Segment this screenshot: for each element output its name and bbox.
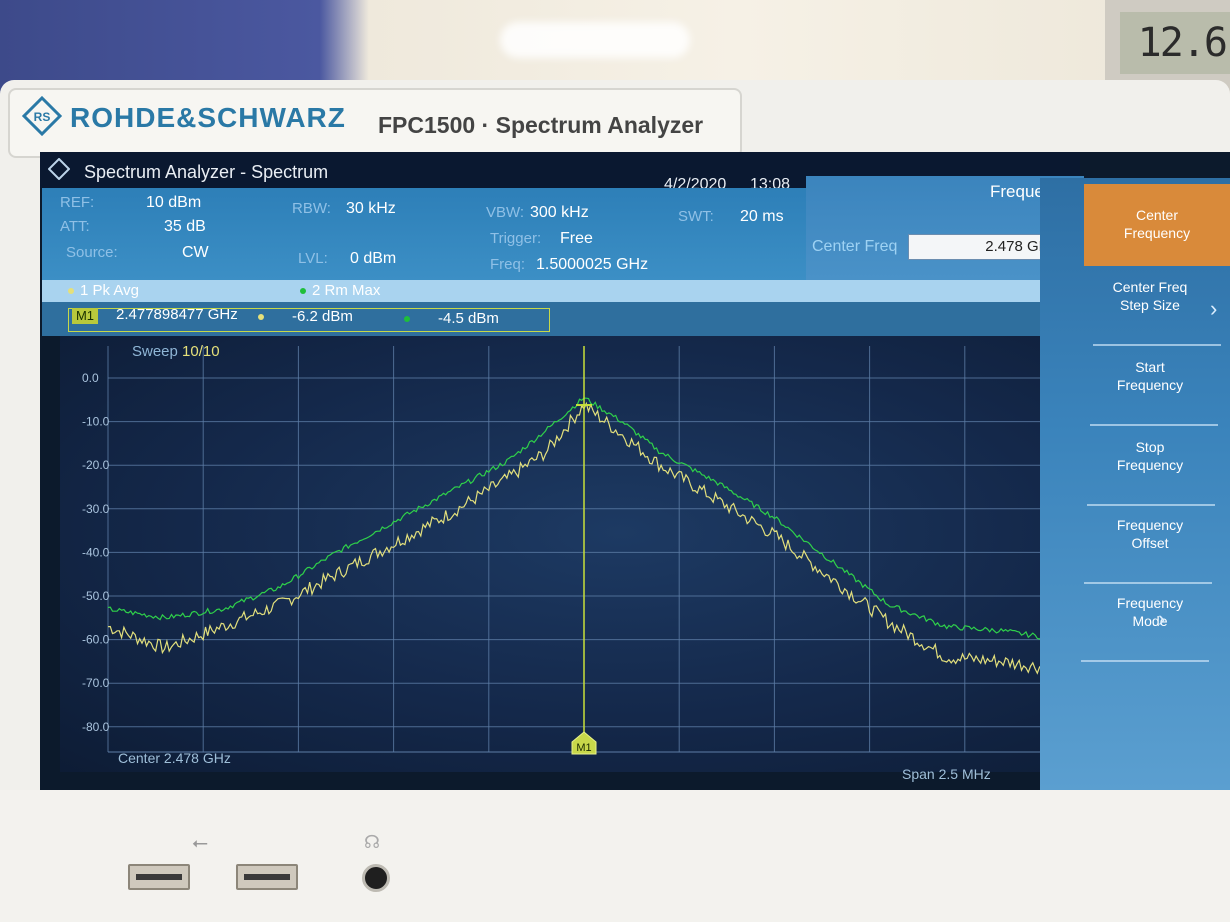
- y-tick-label: -80.0: [82, 720, 110, 734]
- softkey-label-line: Frequency: [1116, 377, 1184, 393]
- softkey-label-line: Stop: [1135, 439, 1165, 455]
- usb-port-1[interactable]: [128, 864, 190, 890]
- y-tick-label: -70.0: [82, 676, 110, 690]
- y-tick-label: -60.0: [82, 633, 110, 647]
- y-tick-label: -20.0: [82, 458, 110, 472]
- softkey-stop-frequency[interactable]: Stop Frequency: [1090, 428, 1210, 484]
- y-tick-label: -30.0: [82, 502, 110, 516]
- span-label: Span 2.5 MHz: [902, 766, 991, 782]
- headphone-jack[interactable]: [362, 864, 390, 892]
- softkey-center-frequency[interactable]: Center Frequency: [1084, 184, 1230, 266]
- softkey-label-line: Frequency: [1116, 595, 1184, 611]
- sweep-label: Sweep: [132, 343, 178, 360]
- softkey-separator: [1081, 660, 1209, 662]
- y-tick-label: -10.0: [82, 415, 110, 429]
- softkey-label-line: Frequency: [1123, 225, 1191, 241]
- softkey-frequency-offset[interactable]: Frequency Offset: [1090, 506, 1210, 562]
- chevron-right-icon: ›: [1210, 296, 1218, 321]
- softkey-center-freq-step-size[interactable]: Center Freq Step Size: [1090, 268, 1210, 324]
- softkey-label-line: Frequency: [1116, 517, 1184, 533]
- softkey-label-line: Center Freq: [1112, 279, 1188, 295]
- usb-port-2[interactable]: [236, 864, 298, 890]
- marker-flag-label: M1: [576, 742, 591, 754]
- softkey-label-line: Start: [1135, 359, 1165, 375]
- y-tick-label: -40.0: [82, 545, 110, 559]
- chevron-right-icon: ›: [1158, 606, 1166, 631]
- front-panel: [0, 790, 1230, 922]
- headphone-icon: ☊: [364, 832, 380, 852]
- center-frequency-label: Center 2.478 GHz: [118, 750, 231, 766]
- softkey-separator: [1090, 424, 1218, 426]
- softkey-label-line: Offset: [1131, 535, 1169, 551]
- softkey-label-line: Mode: [1132, 613, 1168, 629]
- softkey-label-line: Frequency: [1116, 457, 1184, 473]
- y-tick-label: 0.0: [82, 371, 99, 385]
- softkey-separator: [1093, 344, 1221, 346]
- softkey-label-line: Step Size: [1120, 297, 1180, 313]
- usb-icon: ⭠: [192, 832, 208, 854]
- y-tick-label: -50.0: [82, 589, 110, 603]
- softkey-label-line: Center: [1135, 207, 1179, 223]
- sweep-indicator: Sweep 10/10: [132, 343, 220, 360]
- sweep-count: 10/10: [182, 343, 220, 360]
- softkey-start-frequency[interactable]: Start Frequency: [1090, 348, 1210, 404]
- softkey-frequency-mode[interactable]: Frequency Mode: [1090, 584, 1210, 640]
